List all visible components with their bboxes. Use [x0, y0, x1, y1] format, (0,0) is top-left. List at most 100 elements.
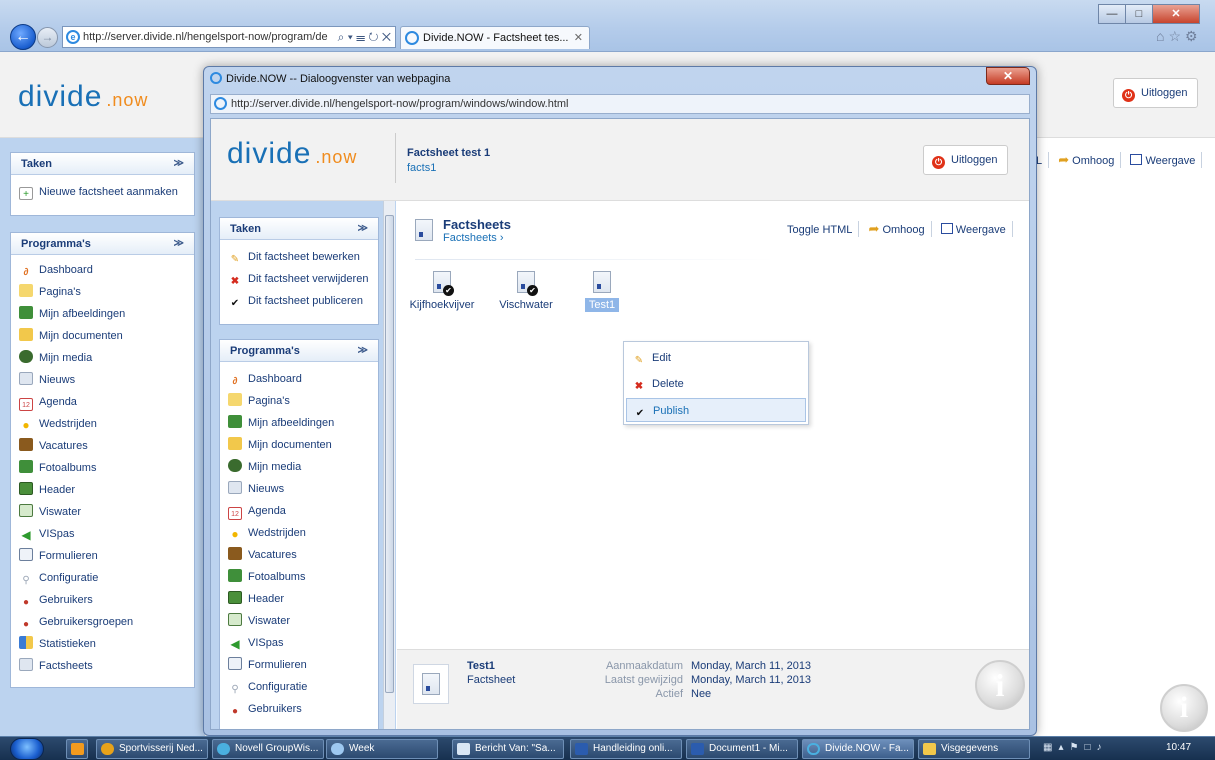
browser-tab[interactable]: Divide.NOW - Factsheet tes... ✕ — [400, 26, 590, 49]
close-tab-icon[interactable]: ✕ — [574, 27, 583, 49]
modified-label: Laatst gewijzigd — [604, 674, 683, 686]
tasks-panel-header[interactable]: Taken ≫ — [11, 153, 194, 175]
show-desktop-button[interactable] — [66, 739, 88, 759]
divide-now-logo: divide .now — [227, 137, 358, 170]
taskbar-item[interactable]: Week — [326, 739, 438, 759]
info-icon[interactable]: i — [1160, 684, 1208, 732]
program-item[interactable]: Header — [220, 588, 378, 610]
program-item[interactable]: Fotoalbums — [220, 566, 378, 588]
programs-panel-header[interactable]: Programma's ≫ — [11, 233, 194, 255]
dialog-close-button[interactable]: ✕ — [986, 67, 1030, 85]
taskbar-item[interactable]: Bericht Van: "Sa... — [452, 739, 564, 759]
ie-icon — [807, 743, 820, 755]
ie-icon: e — [66, 30, 80, 44]
program-item[interactable]: Mijn media — [11, 347, 194, 369]
program-item[interactable]: Factsheets — [11, 655, 194, 677]
program-item[interactable]: Formulieren — [220, 654, 378, 676]
program-item[interactable]: Mijn documenten — [11, 325, 194, 347]
taskbar-item[interactable]: Visgegevens — [918, 739, 1030, 759]
program-item[interactable]: Mijn media — [220, 456, 378, 478]
close-window-button[interactable]: ✕ — [1152, 4, 1200, 24]
program-item[interactable]: Nieuws — [220, 478, 378, 500]
breadcrumb[interactable]: Factsheets › — [443, 232, 504, 244]
dialog-programs-header[interactable]: Programma's ≫ — [220, 340, 378, 362]
photo-album-icon — [19, 460, 33, 473]
program-item[interactable]: Fotoalbums — [11, 457, 194, 479]
program-item[interactable]: ◀ VISpas — [11, 523, 194, 545]
configuration-icon: ⚲ — [22, 575, 30, 586]
delete-icon: ✖ — [230, 276, 240, 287]
program-item[interactable]: Mijn documenten — [220, 434, 378, 456]
program-item[interactable]: ∂ Dashboard — [11, 259, 194, 281]
omhoog-button[interactable]: ➦ Omhoog — [1058, 152, 1114, 167]
taskbar-item[interactable]: Novell GroupWis... — [212, 739, 324, 759]
info-icon[interactable]: i — [975, 660, 1025, 710]
factsheet-title: Factsheet test 1 — [407, 147, 491, 159]
taskbar-item[interactable]: Document1 - Mi... — [686, 739, 798, 759]
program-item[interactable]: 12 Agenda — [11, 391, 194, 413]
system-tray[interactable]: ▦▴⚑□♪ — [1043, 742, 1108, 753]
context-publish[interactable]: ✔ Publish — [626, 398, 806, 422]
minimize-button[interactable]: — — [1098, 4, 1126, 24]
program-item[interactable]: Viswater — [220, 610, 378, 632]
taskbar-item-active[interactable]: Divide.NOW - Fa... — [802, 739, 914, 759]
program-item[interactable]: Mijn afbeeldingen — [220, 412, 378, 434]
task-edit-factsheet[interactable]: ✎ Dit factsheet bewerken — [220, 246, 378, 268]
program-item[interactable]: Pagina's — [11, 281, 194, 303]
program-item[interactable]: ⚲ Configuratie — [220, 676, 378, 698]
maximize-button[interactable]: □ — [1125, 4, 1153, 24]
program-item[interactable]: Nieuws — [11, 369, 194, 391]
program-item[interactable]: Vacatures — [220, 544, 378, 566]
program-item[interactable]: ⚲ Configuratie — [11, 567, 194, 589]
sidebar-scrollbar[interactable] — [383, 201, 395, 729]
address-controls[interactable]: ⌕ ▾ ☰ ↻ ✕ — [338, 27, 391, 47]
program-item[interactable]: Viswater — [11, 501, 194, 523]
detail-type: Factsheet — [467, 674, 516, 686]
address-bar[interactable]: e http://server.divide.nl/hengelsport-no… — [62, 26, 396, 48]
back-button[interactable]: ← — [10, 24, 36, 50]
file-item-selected[interactable]: Test1 — [577, 271, 627, 312]
taskbar-item[interactable]: Handleiding onli... — [570, 739, 682, 759]
file-item[interactable]: ✔ Kijfhoekvijver — [407, 271, 477, 311]
dialog-tasks-header[interactable]: Taken ≫ — [220, 218, 378, 240]
program-item[interactable]: ● Wedstrijden — [220, 522, 378, 544]
program-item[interactable]: Vacatures — [11, 435, 194, 457]
taskbar-item[interactable]: Sportvisserij Ned... — [96, 739, 208, 759]
program-item[interactable]: ∂ Dashboard — [220, 368, 378, 390]
program-item[interactable]: ● Wedstrijden — [11, 413, 194, 435]
program-item[interactable]: ● Gebruikersgroepen — [11, 611, 194, 633]
task-delete-factsheet[interactable]: ✖ Dit factsheet verwijderen — [220, 268, 378, 290]
program-item[interactable]: ● Gebruikers — [11, 589, 194, 611]
task-publish-factsheet[interactable]: ✔ Dit factsheet publiceren — [220, 290, 378, 312]
omhoog-button[interactable]: ➦ Omhoog — [868, 221, 924, 236]
start-button[interactable] — [10, 738, 44, 760]
logout-button[interactable]: ⏻ Uitloggen — [1113, 78, 1199, 108]
context-edit[interactable]: ✎ Edit — [626, 346, 806, 370]
program-item[interactable]: Statistieken — [11, 633, 194, 655]
delete-icon: ✖ — [634, 381, 644, 392]
clock[interactable]: 10:47 — [1166, 742, 1191, 753]
context-delete[interactable]: ✖ Delete — [626, 372, 806, 396]
briefcase-icon — [19, 438, 33, 451]
program-item[interactable]: ◀ VISpas — [220, 632, 378, 654]
program-item[interactable]: 12 Agenda — [220, 500, 378, 522]
task-item-new-factsheet[interactable]: + Nieuwe factsheet aanmaken — [11, 181, 194, 203]
up-arrow-icon: ➦ — [868, 221, 880, 236]
forward-button[interactable]: → — [37, 27, 58, 48]
program-item[interactable]: Formulieren — [11, 545, 194, 567]
weergave-button[interactable]: Weergave — [940, 223, 1006, 236]
dialog-logout-button[interactable]: ⏻ Uitloggen — [923, 145, 1009, 175]
factsheet-subtitle[interactable]: facts1 — [407, 162, 436, 174]
trophy-icon: ● — [22, 418, 30, 432]
toggle-html-button[interactable]: Toggle HTML — [787, 224, 852, 236]
browser-tools[interactable]: ⌂☆⚙ — [1156, 28, 1202, 45]
folder-icon — [923, 743, 936, 755]
program-item[interactable]: Pagina's — [220, 390, 378, 412]
weergave-button[interactable]: Weergave — [1130, 154, 1195, 167]
program-item[interactable]: ● Gebruikers — [220, 698, 378, 720]
pencil-icon: ✎ — [230, 254, 240, 265]
program-item[interactable]: Header — [11, 479, 194, 501]
program-item[interactable]: Mijn afbeeldingen — [11, 303, 194, 325]
file-item[interactable]: ✔ Vischwater — [491, 271, 561, 311]
scrollbar-thumb[interactable] — [385, 215, 394, 693]
